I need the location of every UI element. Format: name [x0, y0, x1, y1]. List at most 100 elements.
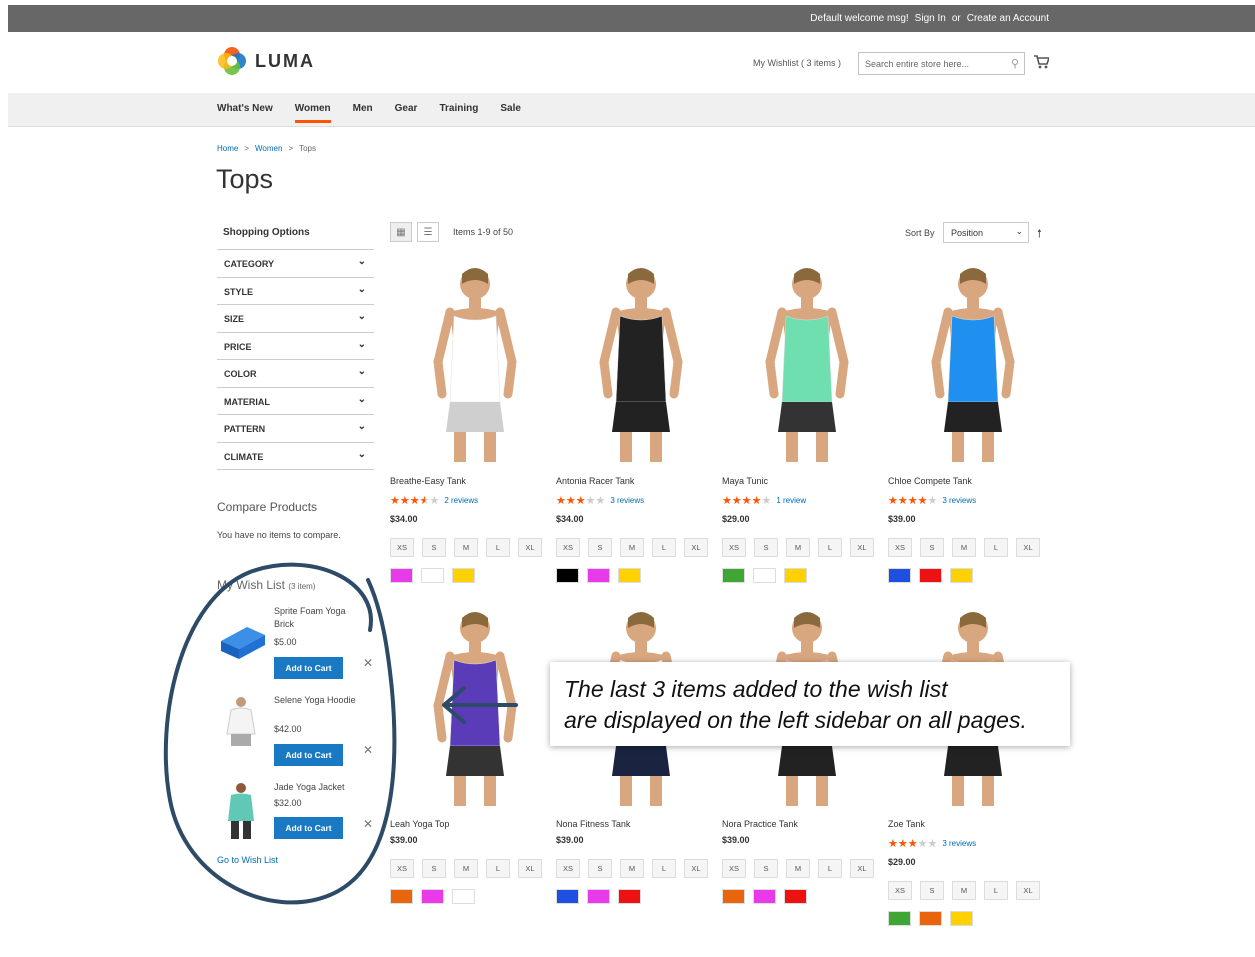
sign-in-link[interactable]: Sign In [915, 13, 946, 24]
size-option[interactable]: M [786, 538, 810, 557]
size-option[interactable]: S [588, 538, 612, 557]
color-swatch[interactable] [390, 568, 413, 583]
remove-icon[interactable]: ✕ [363, 817, 373, 831]
size-option[interactable]: M [952, 538, 976, 557]
product-name[interactable]: Leah Yoga Top [390, 819, 449, 829]
color-swatch[interactable] [888, 568, 911, 583]
color-swatch[interactable] [753, 889, 776, 904]
size-option[interactable]: XL [1016, 538, 1040, 557]
nav-item[interactable]: Sale [500, 103, 521, 123]
reviews-link[interactable]: 1 review [776, 496, 806, 505]
size-option[interactable]: XL [684, 538, 708, 557]
add-to-cart-button[interactable]: Add to Cart [274, 744, 343, 766]
size-option[interactable]: XL [850, 538, 874, 557]
color-swatch[interactable] [950, 911, 973, 926]
nav-item[interactable]: Gear [395, 103, 418, 123]
size-option[interactable]: XS [556, 538, 580, 557]
filter-item[interactable]: PATTERN ⌄ [217, 415, 374, 443]
size-option[interactable]: L [818, 859, 842, 878]
size-option[interactable]: XS [722, 859, 746, 878]
size-option[interactable]: S [422, 538, 446, 557]
size-option[interactable]: S [754, 859, 778, 878]
add-to-cart-button[interactable]: Add to Cart [274, 657, 343, 679]
size-option[interactable]: XS [556, 859, 580, 878]
add-to-cart-button[interactable]: Add to Cart [274, 817, 343, 839]
nav-item[interactable]: Women [294, 103, 331, 123]
product-name[interactable]: Nona Fitness Tank [556, 819, 630, 829]
size-option[interactable]: XL [518, 538, 542, 557]
nav-item[interactable]: What's New [217, 103, 273, 123]
color-swatch[interactable] [390, 889, 413, 904]
color-swatch[interactable] [556, 889, 579, 904]
product-name[interactable]: Nora Practice Tank [722, 819, 798, 829]
product-name[interactable]: Breathe-Easy Tank [390, 476, 466, 486]
size-option[interactable]: L [984, 881, 1008, 900]
product-name[interactable]: Antonia Racer Tank [556, 476, 634, 486]
size-option[interactable]: M [620, 859, 644, 878]
size-option[interactable]: L [652, 859, 676, 878]
color-swatch[interactable] [421, 568, 444, 583]
list-view-icon[interactable]: ☰ [417, 222, 439, 242]
nav-item[interactable]: Men [353, 103, 373, 123]
size-option[interactable]: M [786, 859, 810, 878]
remove-icon[interactable]: ✕ [363, 656, 373, 670]
size-option[interactable]: M [952, 881, 976, 900]
jacket-model-image[interactable] [217, 781, 267, 841]
grid-view-icon[interactable]: ▦ [390, 222, 412, 242]
color-swatch[interactable] [452, 889, 475, 904]
color-swatch[interactable] [950, 568, 973, 583]
my-wishlist-link[interactable]: My Wishlist ( 3 items ) [753, 58, 841, 68]
yoga-brick-image[interactable] [217, 613, 267, 663]
filter-item[interactable]: STYLE ⌄ [217, 278, 374, 305]
color-swatch[interactable] [919, 568, 942, 583]
product-image[interactable] [390, 262, 546, 462]
search-input[interactable]: Search entire store here... ⚲ [858, 52, 1025, 75]
reviews-link[interactable]: 2 reviews [444, 496, 478, 505]
breadcrumb-home[interactable]: Home [217, 144, 238, 153]
size-option[interactable]: M [454, 538, 478, 557]
product-name[interactable]: Zoe Tank [888, 819, 925, 829]
search-icon[interactable]: ⚲ [1011, 57, 1019, 70]
create-account-link[interactable]: Create an Account [967, 13, 1049, 24]
color-swatch[interactable] [722, 568, 745, 583]
size-option[interactable]: XS [390, 538, 414, 557]
size-option[interactable]: XL [518, 859, 542, 878]
size-option[interactable]: S [422, 859, 446, 878]
size-option[interactable]: L [818, 538, 842, 557]
nav-item[interactable]: Training [439, 103, 478, 123]
size-option[interactable]: XS [888, 538, 912, 557]
filter-item[interactable]: SIZE ⌄ [217, 305, 374, 333]
size-option[interactable]: L [984, 538, 1008, 557]
color-swatch[interactable] [556, 568, 579, 583]
color-swatch[interactable] [784, 568, 807, 583]
breadcrumb-women[interactable]: Women [255, 144, 282, 153]
size-option[interactable]: XS [722, 538, 746, 557]
size-option[interactable]: S [920, 538, 944, 557]
sort-direction-icon[interactable]: 🠕 [1037, 225, 1042, 244]
color-swatch[interactable] [421, 889, 444, 904]
size-option[interactable]: S [920, 881, 944, 900]
sort-select[interactable]: Position ⌄ [943, 222, 1029, 243]
wishlist-item-name[interactable]: Jade Yoga Jacket [274, 781, 356, 794]
product-name[interactable]: Chloe Compete Tank [888, 476, 972, 486]
filter-item[interactable]: CLIMATE ⌄ [217, 443, 374, 470]
size-option[interactable]: S [754, 538, 778, 557]
wishlist-item-name[interactable]: Sprite Foam Yoga Brick [274, 605, 356, 631]
color-swatch[interactable] [784, 889, 807, 904]
size-option[interactable]: L [486, 859, 510, 878]
color-swatch[interactable] [722, 889, 745, 904]
reviews-link[interactable]: 3 reviews [610, 496, 644, 505]
reviews-link[interactable]: 3 reviews [942, 839, 976, 848]
product-image[interactable] [888, 262, 1044, 462]
size-option[interactable]: M [454, 859, 478, 878]
color-swatch[interactable] [587, 568, 610, 583]
size-option[interactable]: S [588, 859, 612, 878]
filter-item[interactable]: COLOR ⌄ [217, 360, 374, 388]
size-option[interactable]: XL [1016, 881, 1040, 900]
color-swatch[interactable] [888, 911, 911, 926]
product-image[interactable] [556, 262, 712, 462]
size-option[interactable]: XL [684, 859, 708, 878]
cart-icon[interactable] [1033, 54, 1049, 70]
product-image[interactable] [722, 262, 878, 462]
color-swatch[interactable] [919, 911, 942, 926]
